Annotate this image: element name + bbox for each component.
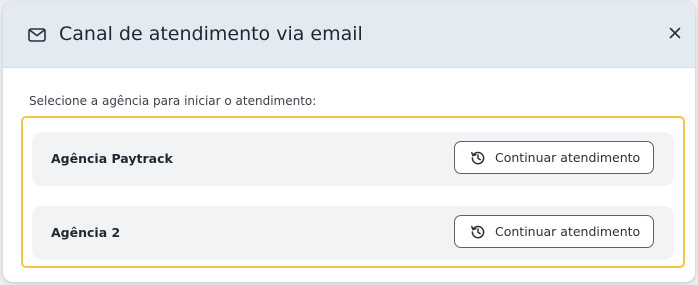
continue-service-label: Continuar atendimento bbox=[495, 224, 641, 239]
close-icon bbox=[669, 24, 681, 43]
continue-service-button[interactable]: Continuar atendimento bbox=[454, 215, 654, 248]
history-icon bbox=[470, 150, 486, 166]
close-button[interactable] bbox=[663, 21, 687, 45]
agency-name: Agência 2 bbox=[51, 225, 121, 240]
mail-icon bbox=[27, 25, 47, 45]
dialog-title: Canal de atendimento via email bbox=[59, 23, 363, 45]
email-channel-dialog: Canal de atendimento via email Selecione… bbox=[3, 2, 695, 282]
history-icon bbox=[470, 224, 486, 240]
agency-name: Agência Paytrack bbox=[51, 151, 173, 166]
continue-service-button[interactable]: Continuar atendimento bbox=[454, 141, 654, 174]
dialog-header: Canal de atendimento via email bbox=[3, 2, 695, 68]
instruction-text: Selecione a agência para iniciar o atend… bbox=[29, 94, 317, 108]
agency-list: Agência Paytrack Continuar atendimento A… bbox=[21, 116, 685, 268]
continue-service-label: Continuar atendimento bbox=[495, 150, 641, 165]
agency-row: Agência 2 Continuar atendimento bbox=[32, 206, 674, 260]
agency-row: Agência Paytrack Continuar atendimento bbox=[32, 132, 674, 186]
